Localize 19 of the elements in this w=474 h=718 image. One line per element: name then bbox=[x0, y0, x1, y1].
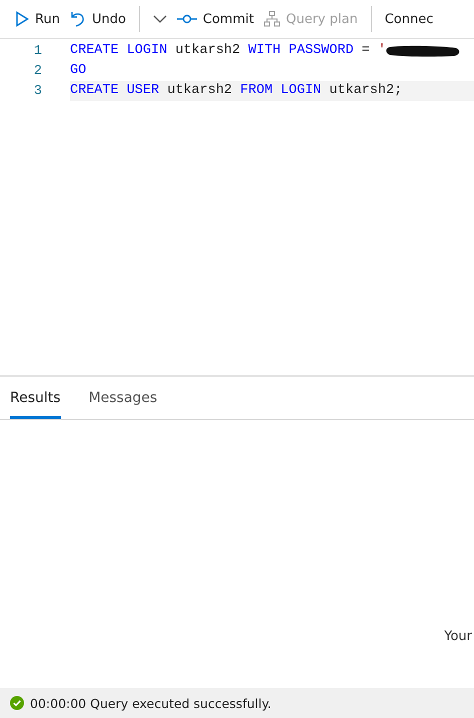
code-line: GO bbox=[70, 62, 88, 80]
commit-icon bbox=[176, 14, 197, 24]
success-icon bbox=[10, 696, 24, 710]
commit-button[interactable]: Commit bbox=[172, 4, 259, 34]
hierarchy-icon bbox=[264, 11, 280, 27]
chevron-down-icon bbox=[152, 15, 167, 23]
code-line: CREATE LOGIN utkarsh2 WITH PASSWORD = ' bbox=[70, 41, 474, 61]
play-icon bbox=[15, 11, 29, 27]
connect-button[interactable]: Connec bbox=[380, 4, 438, 34]
line-number: 2 bbox=[32, 64, 43, 78]
status-text: 00:00:00 Query executed successfully. bbox=[30, 696, 272, 710]
line-number: 1 bbox=[32, 44, 43, 58]
tab[interactable]: Messages bbox=[88, 379, 158, 419]
results-text: Your bbox=[444, 629, 472, 644]
line-number: 3 bbox=[32, 84, 43, 98]
run-button[interactable]: Run bbox=[10, 4, 65, 34]
undo-icon bbox=[70, 10, 86, 28]
undo-button[interactable]: Undo bbox=[64, 4, 131, 34]
tab[interactable]: Results bbox=[10, 379, 61, 419]
